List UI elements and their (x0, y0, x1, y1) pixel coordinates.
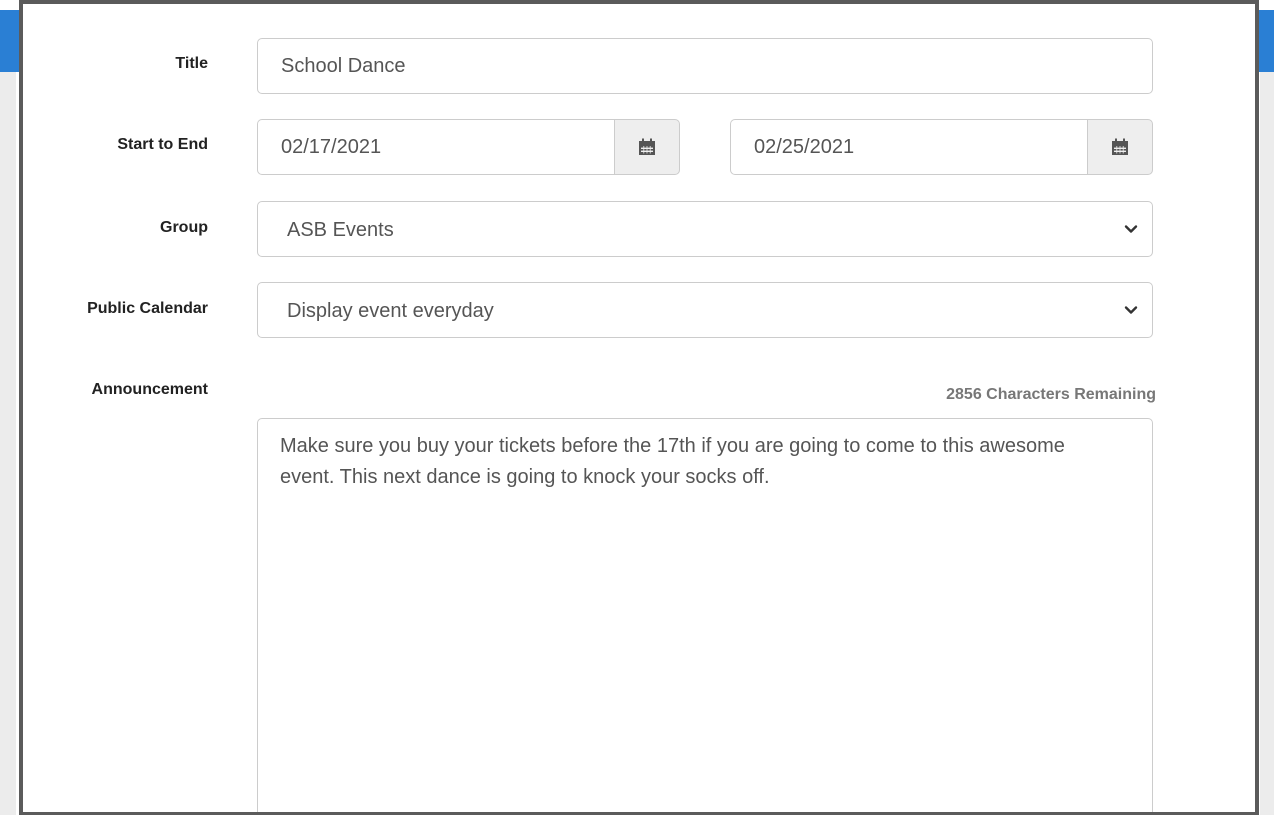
end-date-group (730, 119, 1153, 175)
group-select-value: ASB Events (287, 219, 394, 241)
announcement-textarea[interactable]: Make sure you buy your tickets before th… (257, 418, 1153, 812)
public-calendar-select[interactable]: Display event everyday (257, 282, 1153, 338)
end-date-calendar-button[interactable] (1087, 119, 1153, 175)
page-background: Title Start to End (0, 0, 1274, 815)
title-label: Title (175, 55, 208, 72)
characters-remaining-counter: 2856 Characters Remaining (946, 386, 1156, 403)
page-backdrop-right (1260, 72, 1274, 815)
end-date-input[interactable] (730, 119, 1087, 175)
chevron-down-icon (1124, 306, 1138, 314)
start-date-group (257, 119, 680, 175)
announcement-label: Announcement (91, 381, 208, 398)
calendar-icon (639, 138, 655, 155)
group-select[interactable]: ASB Events (257, 201, 1153, 257)
chevron-down-icon (1124, 225, 1138, 233)
start-date-input[interactable] (257, 119, 614, 175)
event-editor-modal: Title Start to End (19, 0, 1259, 815)
page-backdrop-left (0, 72, 16, 815)
start-to-end-label: Start to End (117, 136, 208, 153)
title-input[interactable] (257, 38, 1153, 94)
page-header-bar-right (1257, 10, 1274, 72)
start-date-calendar-button[interactable] (614, 119, 680, 175)
calendar-icon (1112, 138, 1128, 155)
group-label: Group (160, 219, 208, 236)
public-calendar-label: Public Calendar (87, 300, 208, 317)
public-calendar-select-value: Display event everyday (287, 300, 494, 322)
